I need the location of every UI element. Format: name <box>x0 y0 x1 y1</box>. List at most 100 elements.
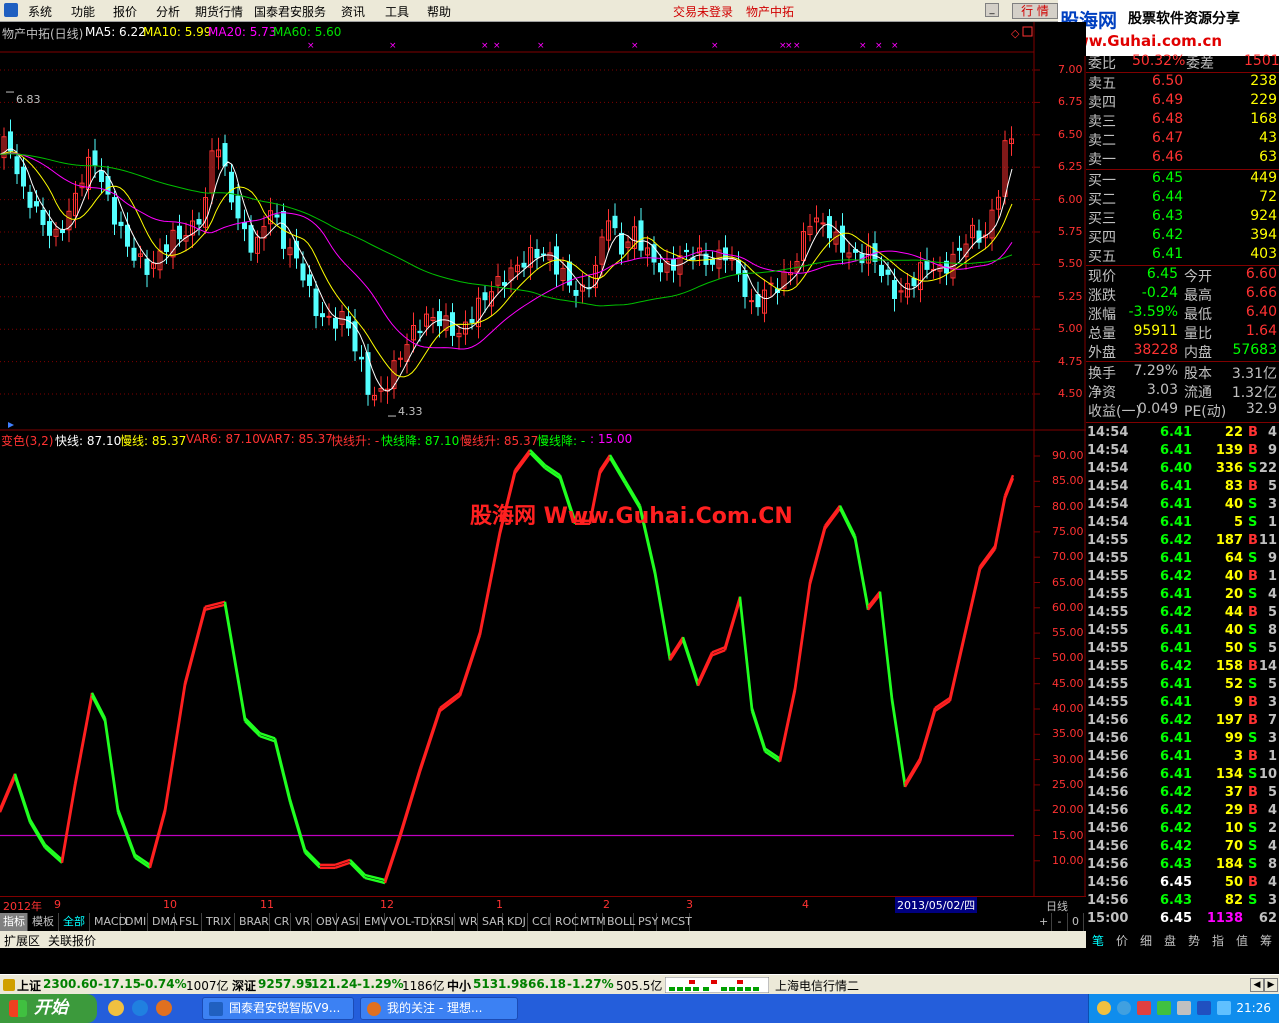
stat-row: 换手 7.29% 股本 3.31亿 <box>1086 363 1279 382</box>
tab-detail-5[interactable]: 指 <box>1212 932 1224 949</box>
tick-side: B <box>1248 875 1258 890</box>
network-icon[interactable] <box>1217 1001 1231 1015</box>
quote-cell: 委比 <box>1088 56 1116 72</box>
menu-gtja-service[interactable]: 国泰君安服务 <box>254 3 326 20</box>
candle-body <box>879 264 884 277</box>
menu-futures[interactable]: 期货行情 <box>195 3 243 20</box>
quote-cell: 50.32% <box>1132 53 1186 69</box>
tab-indicator-dmi[interactable]: DMI <box>122 913 148 931</box>
tab-detail-4[interactable]: 势 <box>1188 932 1200 949</box>
tab-extension-area[interactable]: 扩展区 <box>4 932 40 949</box>
tray-icon[interactable] <box>1097 1001 1111 1015</box>
candle-body <box>957 247 962 251</box>
ind-ytick: 50.00 <box>1052 651 1084 665</box>
menu-function[interactable]: 功能 <box>71 3 95 20</box>
tick-row: 14:56 6.42 29 B 4 <box>1086 803 1279 821</box>
tab-indicator-vol-tdx[interactable]: VOL-TDX <box>386 913 437 931</box>
period-label[interactable]: 日线 <box>1046 898 1068 914</box>
sh-change: -17.15 <box>98 977 141 991</box>
tick-time: 14:54 <box>1087 425 1129 440</box>
menu-system[interactable]: 系统 <box>28 3 52 20</box>
tab-indicator-boll[interactable]: BOLL <box>604 913 635 931</box>
start-button[interactable]: 开始 <box>0 994 97 1023</box>
ask-row: 卖三 6.48 168 <box>1086 111 1279 130</box>
tab-indicator-sar[interactable]: SAR <box>479 913 504 931</box>
task-gtja[interactable]: 国泰君安锐智版V9... <box>202 997 354 1020</box>
clock: 21:26 <box>1236 1001 1271 1015</box>
stat-row: 涨幅 -3.59% 最低 6.40 <box>1086 304 1279 323</box>
tab-indicator-obv[interactable]: OBV <box>313 913 339 931</box>
tick-list[interactable]: 14:54 6.41 22 B 4 14:54 6.41 139 B 9 14:54 6.40 336 S… <box>1086 422 1279 930</box>
ind-ytick: 30.00 <box>1052 752 1084 766</box>
quote-tab[interactable]: 行 情 <box>1012 3 1058 19</box>
tab-indicator-cr[interactable]: CR <box>271 913 291 931</box>
tab-indicator-brar[interactable]: BRAR <box>236 913 270 931</box>
quicklaunch-icon[interactable] <box>156 1000 172 1016</box>
tab-indicator-mcst[interactable]: MCST <box>658 913 692 931</box>
volume-icon[interactable] <box>1177 1001 1191 1015</box>
minimize-icon[interactable]: _ <box>985 3 999 17</box>
scroll-left-icon[interactable]: ◀ <box>1250 978 1264 992</box>
tab-indicator-rsi[interactable]: RSI <box>433 913 455 931</box>
tab-indicator-指标[interactable]: 指标 <box>0 913 28 931</box>
menu-tools[interactable]: 工具 <box>385 3 409 20</box>
menu-analysis[interactable]: 分析 <box>156 3 180 20</box>
tab-detail-0[interactable]: 笔 <box>1092 932 1104 949</box>
sh-amount: 1007亿 <box>186 979 229 993</box>
tab-indicator-kdj[interactable]: KDJ <box>504 913 528 931</box>
tick-time: 14:56 <box>1087 731 1129 746</box>
kline-ytick: 4.75 <box>1058 354 1083 368</box>
quote-cell: 0.049 <box>1137 401 1178 417</box>
tab-indicator-roc[interactable]: ROC <box>552 913 579 931</box>
tick-side: B <box>1248 803 1258 818</box>
tick-count: 11 <box>1258 533 1277 548</box>
tick-volume: 134 <box>1215 767 1243 782</box>
tab-indicator-fsl[interactable]: FSL <box>176 913 202 931</box>
tick-row: 15:00 6.45 1138 62 <box>1086 911 1279 929</box>
tray-icon[interactable] <box>1117 1001 1131 1015</box>
tab-indicator-asi[interactable]: ASI <box>338 913 360 931</box>
candle-body <box>112 197 117 225</box>
tick-side: S <box>1248 641 1258 656</box>
close-indicator-icon[interactable]: 0 <box>1068 913 1084 931</box>
shield-icon[interactable] <box>1197 1001 1211 1015</box>
tab-indicator-dma[interactable]: DMA <box>149 913 178 931</box>
task-watchlist[interactable]: 我的关注 - 理想... <box>360 997 518 1020</box>
ind-fast-up: 快线升: - <box>331 434 380 448</box>
quicklaunch-icon[interactable] <box>132 1000 148 1016</box>
bid-row: 买二 6.44 72 <box>1086 189 1279 208</box>
menu-help[interactable]: 帮助 <box>427 3 451 20</box>
login-status[interactable]: 交易未登录 <box>673 3 733 20</box>
tab-indicator-emv[interactable]: EMV <box>361 913 388 931</box>
tray-icon[interactable] <box>1157 1001 1171 1015</box>
tab-detail-7[interactable]: 筹 <box>1260 932 1272 949</box>
tab-detail-1[interactable]: 价 <box>1116 932 1128 949</box>
zoom-in-icon[interactable]: + <box>1036 913 1052 931</box>
tab-indicator-vr[interactable]: VR <box>292 913 312 931</box>
zoom-out-icon[interactable]: - <box>1052 913 1068 931</box>
tray-icon[interactable] <box>1137 1001 1151 1015</box>
tab-indicator-trix[interactable]: TRIX <box>203 913 235 931</box>
chart-area[interactable]: × × × × × × × ×× × × × × ◇ <box>0 22 1086 914</box>
menu-quote[interactable]: 报价 <box>113 3 137 20</box>
tab-indicator-全部[interactable]: 全部 <box>60 913 90 931</box>
quote-cell: 1.64 <box>1245 323 1277 339</box>
tab-indicator-wr[interactable]: WR <box>456 913 478 931</box>
tick-price: 6.41 <box>1160 641 1193 656</box>
quote-cell: 最低 <box>1184 307 1212 323</box>
tab-detail-3[interactable]: 盘 <box>1164 932 1176 949</box>
market-bars-icon <box>665 977 769 993</box>
tick-price: 6.41 <box>1160 677 1193 692</box>
ask-row: 卖二 6.47 43 <box>1086 130 1279 149</box>
menu-news[interactable]: 资讯 <box>341 3 365 20</box>
scroll-right-icon[interactable]: ▶ <box>1264 978 1278 992</box>
tab-indicator-macd[interactable]: MACD <box>91 913 127 931</box>
tab-indicator-模板[interactable]: 模板 <box>29 913 59 931</box>
tab-indicator-cci[interactable]: CCI <box>529 913 551 931</box>
tab-related-quote[interactable]: 关联报价 <box>48 932 96 949</box>
tab-detail-6[interactable]: 值 <box>1236 932 1248 949</box>
quicklaunch-icon[interactable] <box>108 1000 124 1016</box>
tab-indicator-mtm[interactable]: MTM <box>577 913 606 931</box>
tab-indicator-psy[interactable]: PSY <box>635 913 658 931</box>
tab-detail-2[interactable]: 细 <box>1140 932 1152 949</box>
